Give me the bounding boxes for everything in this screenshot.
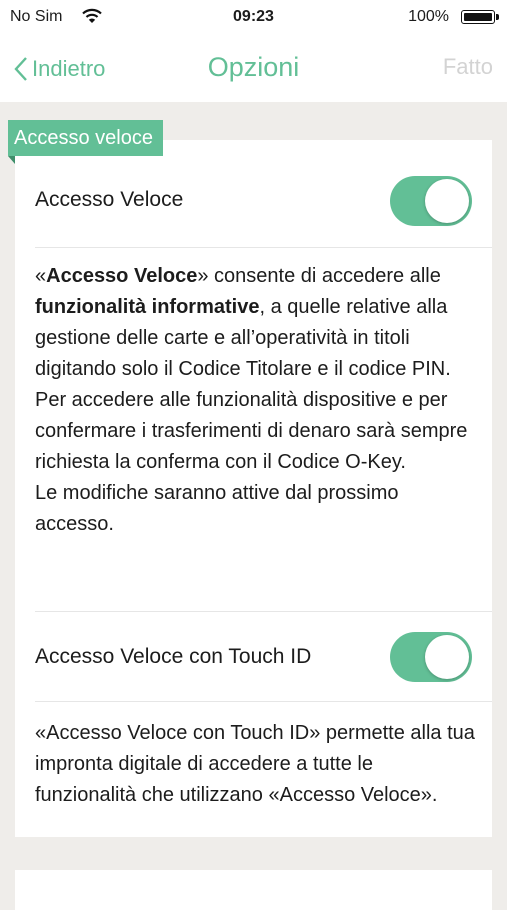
quick-access-description: «Accesso Veloce» consente di accedere al… [35, 261, 475, 540]
section-tag: Accesso veloce [8, 120, 163, 156]
description-paragraph-1: «Accesso Veloce» consente di accedere al… [35, 265, 451, 380]
settings-card: Accesso Veloce «Accesso Veloce» consente… [15, 140, 492, 837]
section-tag-fold [8, 156, 15, 164]
description-paragraph-2: Per accedere alle funzionalità dispositi… [35, 389, 468, 473]
battery-icon [461, 10, 499, 24]
toggle-knob [425, 179, 469, 223]
status-bar: No Sim 09:23 100% [0, 0, 507, 34]
divider [35, 701, 492, 702]
next-section-card [15, 870, 492, 910]
page-title: Opzioni [207, 52, 300, 82]
quick-access-row: Accesso Veloce [15, 150, 492, 250]
touch-id-label: Accesso Veloce con Touch ID [35, 645, 312, 668]
touch-id-toggle[interactable] [390, 632, 472, 682]
done-button[interactable]: Fatto [443, 54, 493, 80]
top-area: No Sim 09:23 100% Indietro Opzioni Fatto [0, 0, 507, 102]
divider [35, 247, 492, 248]
toggle-knob [425, 635, 469, 679]
touch-id-row: Accesso Veloce con Touch ID [15, 612, 492, 712]
quick-access-toggle[interactable] [390, 176, 472, 226]
battery-percentage: 100% [408, 8, 449, 25]
navigation-bar: Indietro Opzioni Fatto [0, 34, 507, 102]
description-paragraph-3: Le modifiche saranno attive dal prossimo… [35, 482, 399, 535]
quick-access-label: Accesso Veloce [35, 188, 184, 211]
touch-id-description: «Accesso Veloce con Touch ID» permette a… [35, 722, 475, 806]
